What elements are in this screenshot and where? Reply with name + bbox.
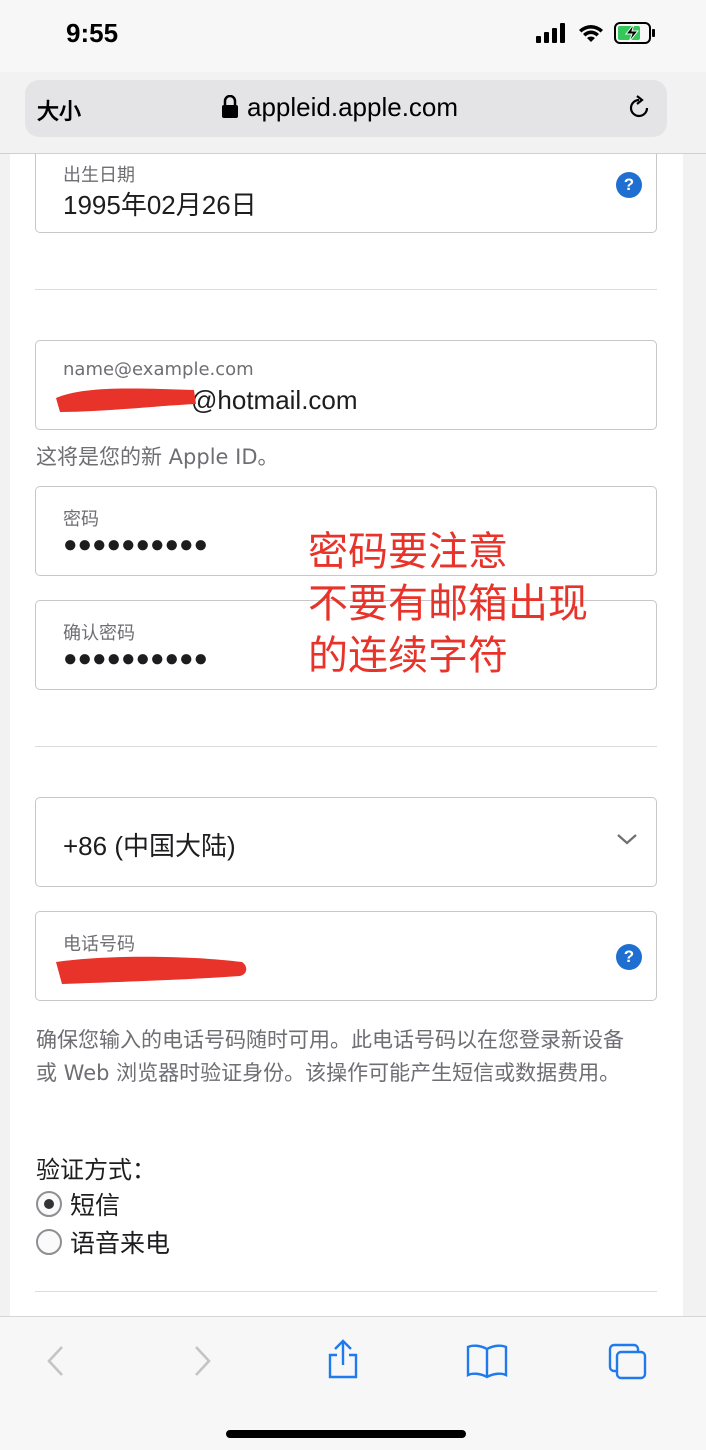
email-hint: 这将是您的新 Apple ID。 — [36, 445, 279, 469]
radio-button-selected[interactable] — [36, 1191, 62, 1217]
birthdate-value: 1995年02月26日 — [63, 190, 257, 220]
section-divider — [35, 289, 657, 290]
tabs-icon[interactable] — [608, 1343, 648, 1381]
chevron-down-icon — [617, 834, 637, 845]
share-icon[interactable] — [326, 1339, 360, 1379]
password-value: ●●●●●●●●●● — [63, 531, 208, 558]
phone-description: 确保您输入的电话号码随时可用。此电话号码以在您登录新设备或 Web 浏览器时验证… — [36, 1028, 624, 1085]
section-divider — [35, 746, 657, 747]
wifi-icon — [579, 25, 603, 42]
reload-icon[interactable] — [625, 94, 653, 122]
password-label: 密码 — [63, 509, 99, 530]
forward-icon[interactable] — [190, 1343, 214, 1379]
section-divider — [35, 1291, 657, 1292]
back-icon[interactable] — [44, 1343, 68, 1379]
url-text[interactable]: appleid.apple.com — [247, 92, 458, 123]
redaction-mark — [56, 956, 247, 984]
redaction-mark — [56, 388, 196, 412]
confirm-password-label: 确认密码 — [63, 623, 135, 644]
status-time: 9:55 — [66, 18, 119, 48]
address-bar[interactable]: 大小 appleid.apple.com — [25, 80, 667, 137]
email-placeholder-label: name@example.com — [63, 359, 254, 380]
radio-label: 语音来电 — [70, 1229, 171, 1258]
country-code-select[interactable]: +86 (中国大陆) — [35, 797, 657, 887]
annotation-text: 密码要注意 不要有邮箱出现 的连续字符 — [308, 529, 588, 679]
country-code-value: +86 (中国大陆) — [63, 831, 236, 861]
birthdate-field[interactable]: 出生日期 1995年02月26日 ? — [35, 154, 657, 233]
status-icons — [536, 22, 656, 44]
radio-option-voice[interactable]: 语音来电 — [36, 1224, 170, 1260]
confirm-password-value: ●●●●●●●●●● — [63, 645, 208, 672]
radio-option-sms[interactable]: 短信 — [36, 1186, 120, 1222]
verification-title: 验证方式： — [36, 1156, 156, 1184]
signal-icon — [536, 23, 565, 43]
help-icon[interactable]: ? — [616, 944, 642, 970]
radio-button[interactable] — [36, 1229, 62, 1255]
text-size-button[interactable]: 大小 — [37, 94, 81, 126]
help-icon[interactable]: ? — [616, 172, 642, 198]
bookmarks-icon[interactable] — [466, 1343, 508, 1379]
lock-icon — [222, 95, 238, 118]
radio-label: 短信 — [70, 1191, 121, 1220]
home-indicator — [226, 1430, 466, 1438]
page-content: 出生日期 1995年02月26日 ? name@example.com @hot… — [10, 154, 683, 1316]
birthdate-label: 出生日期 — [63, 165, 135, 186]
status-bar: 9:55 — [0, 0, 706, 72]
email-value: @hotmail.com — [191, 385, 358, 415]
battery-charging-icon — [614, 22, 655, 44]
